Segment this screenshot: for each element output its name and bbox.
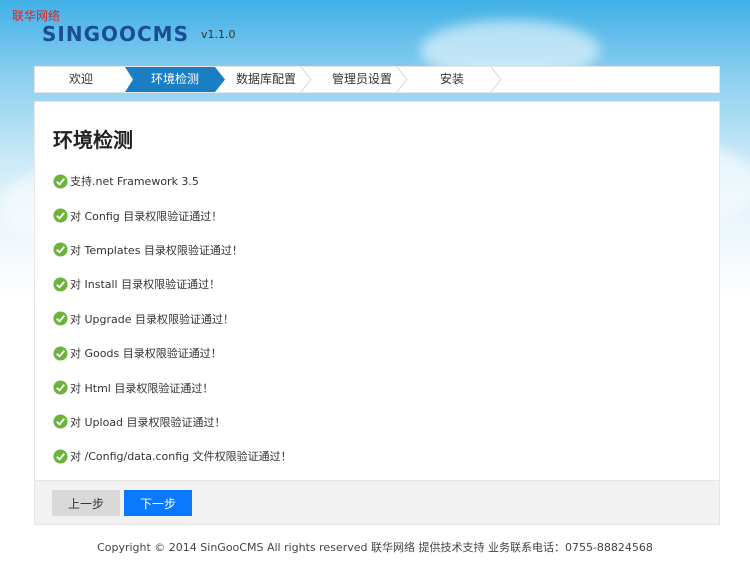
- check-circle-icon: [53, 414, 68, 429]
- copyright-text: Copyright © 2014 SinGooCMS All rights re…: [97, 541, 653, 554]
- check-item: 支持.net Framework 3.5: [53, 164, 292, 198]
- check-circle-icon: [53, 208, 68, 223]
- check-item-text: 对 Upload 目录权限验证通过！: [70, 415, 226, 429]
- check-item-text: 对 Upgrade 目录权限验证通过！: [70, 312, 235, 326]
- version-label: v1.1.0: [201, 27, 236, 41]
- check-item: 对 Html 目录权限验证通过！: [53, 370, 292, 404]
- check-item: 对 /Config/data.config 文件权限验证通过！: [53, 439, 292, 473]
- next-step-button[interactable]: 下一步: [124, 490, 192, 516]
- check-item-text: 对 Config 目录权限验证通过！: [70, 209, 223, 223]
- check-circle-icon: [53, 242, 68, 257]
- check-item: 对 Upload 目录权限验证通过！: [53, 405, 292, 439]
- check-item-text: 对 /Config/data.config 文件权限验证通过！: [70, 450, 292, 464]
- check-circle-icon: [53, 174, 68, 189]
- check-item-text: 对 Install 目录权限验证通过！: [70, 278, 221, 292]
- check-circle-icon: [53, 311, 68, 326]
- step-progress-bar: 欢迎 环境检测 数据库配置 管理员设置 安装: [34, 66, 720, 93]
- check-circle-icon: [53, 277, 68, 292]
- prev-step-button[interactable]: 上一步: [52, 490, 120, 516]
- check-item: 对 Templates 目录权限验证通过！: [53, 233, 292, 267]
- check-item-text: 对 Html 目录权限验证通过！: [70, 381, 214, 395]
- main-panel: 环境检测 支持.net Framework 3.5 对 Config 目录权限验…: [34, 101, 720, 481]
- check-item-text: 对 Templates 目录权限验证通过！: [70, 243, 243, 257]
- check-circle-icon: [53, 449, 68, 464]
- logo: SINGOOCMS v1.1.0: [42, 22, 236, 46]
- check-item: 对 Config 目录权限验证通过！: [53, 198, 292, 232]
- check-item: 对 Install 目录权限验证通过！: [53, 267, 292, 301]
- logo-text: SINGOOCMS: [42, 22, 189, 46]
- check-circle-icon: [53, 346, 68, 361]
- check-item-text: 支持.net Framework 3.5: [70, 175, 199, 189]
- button-bar: 上一步 下一步: [34, 481, 720, 525]
- check-list: 支持.net Framework 3.5 对 Config 目录权限验证通过！ …: [53, 164, 292, 474]
- check-item-text: 对 Goods 目录权限验证通过！: [70, 347, 222, 361]
- page-title: 环境检测: [53, 128, 133, 152]
- check-item: 对 Goods 目录权限验证通过！: [53, 336, 292, 370]
- check-circle-icon: [53, 380, 68, 395]
- step-separator: [300, 67, 502, 92]
- check-item: 对 Upgrade 目录权限验证通过！: [53, 302, 292, 336]
